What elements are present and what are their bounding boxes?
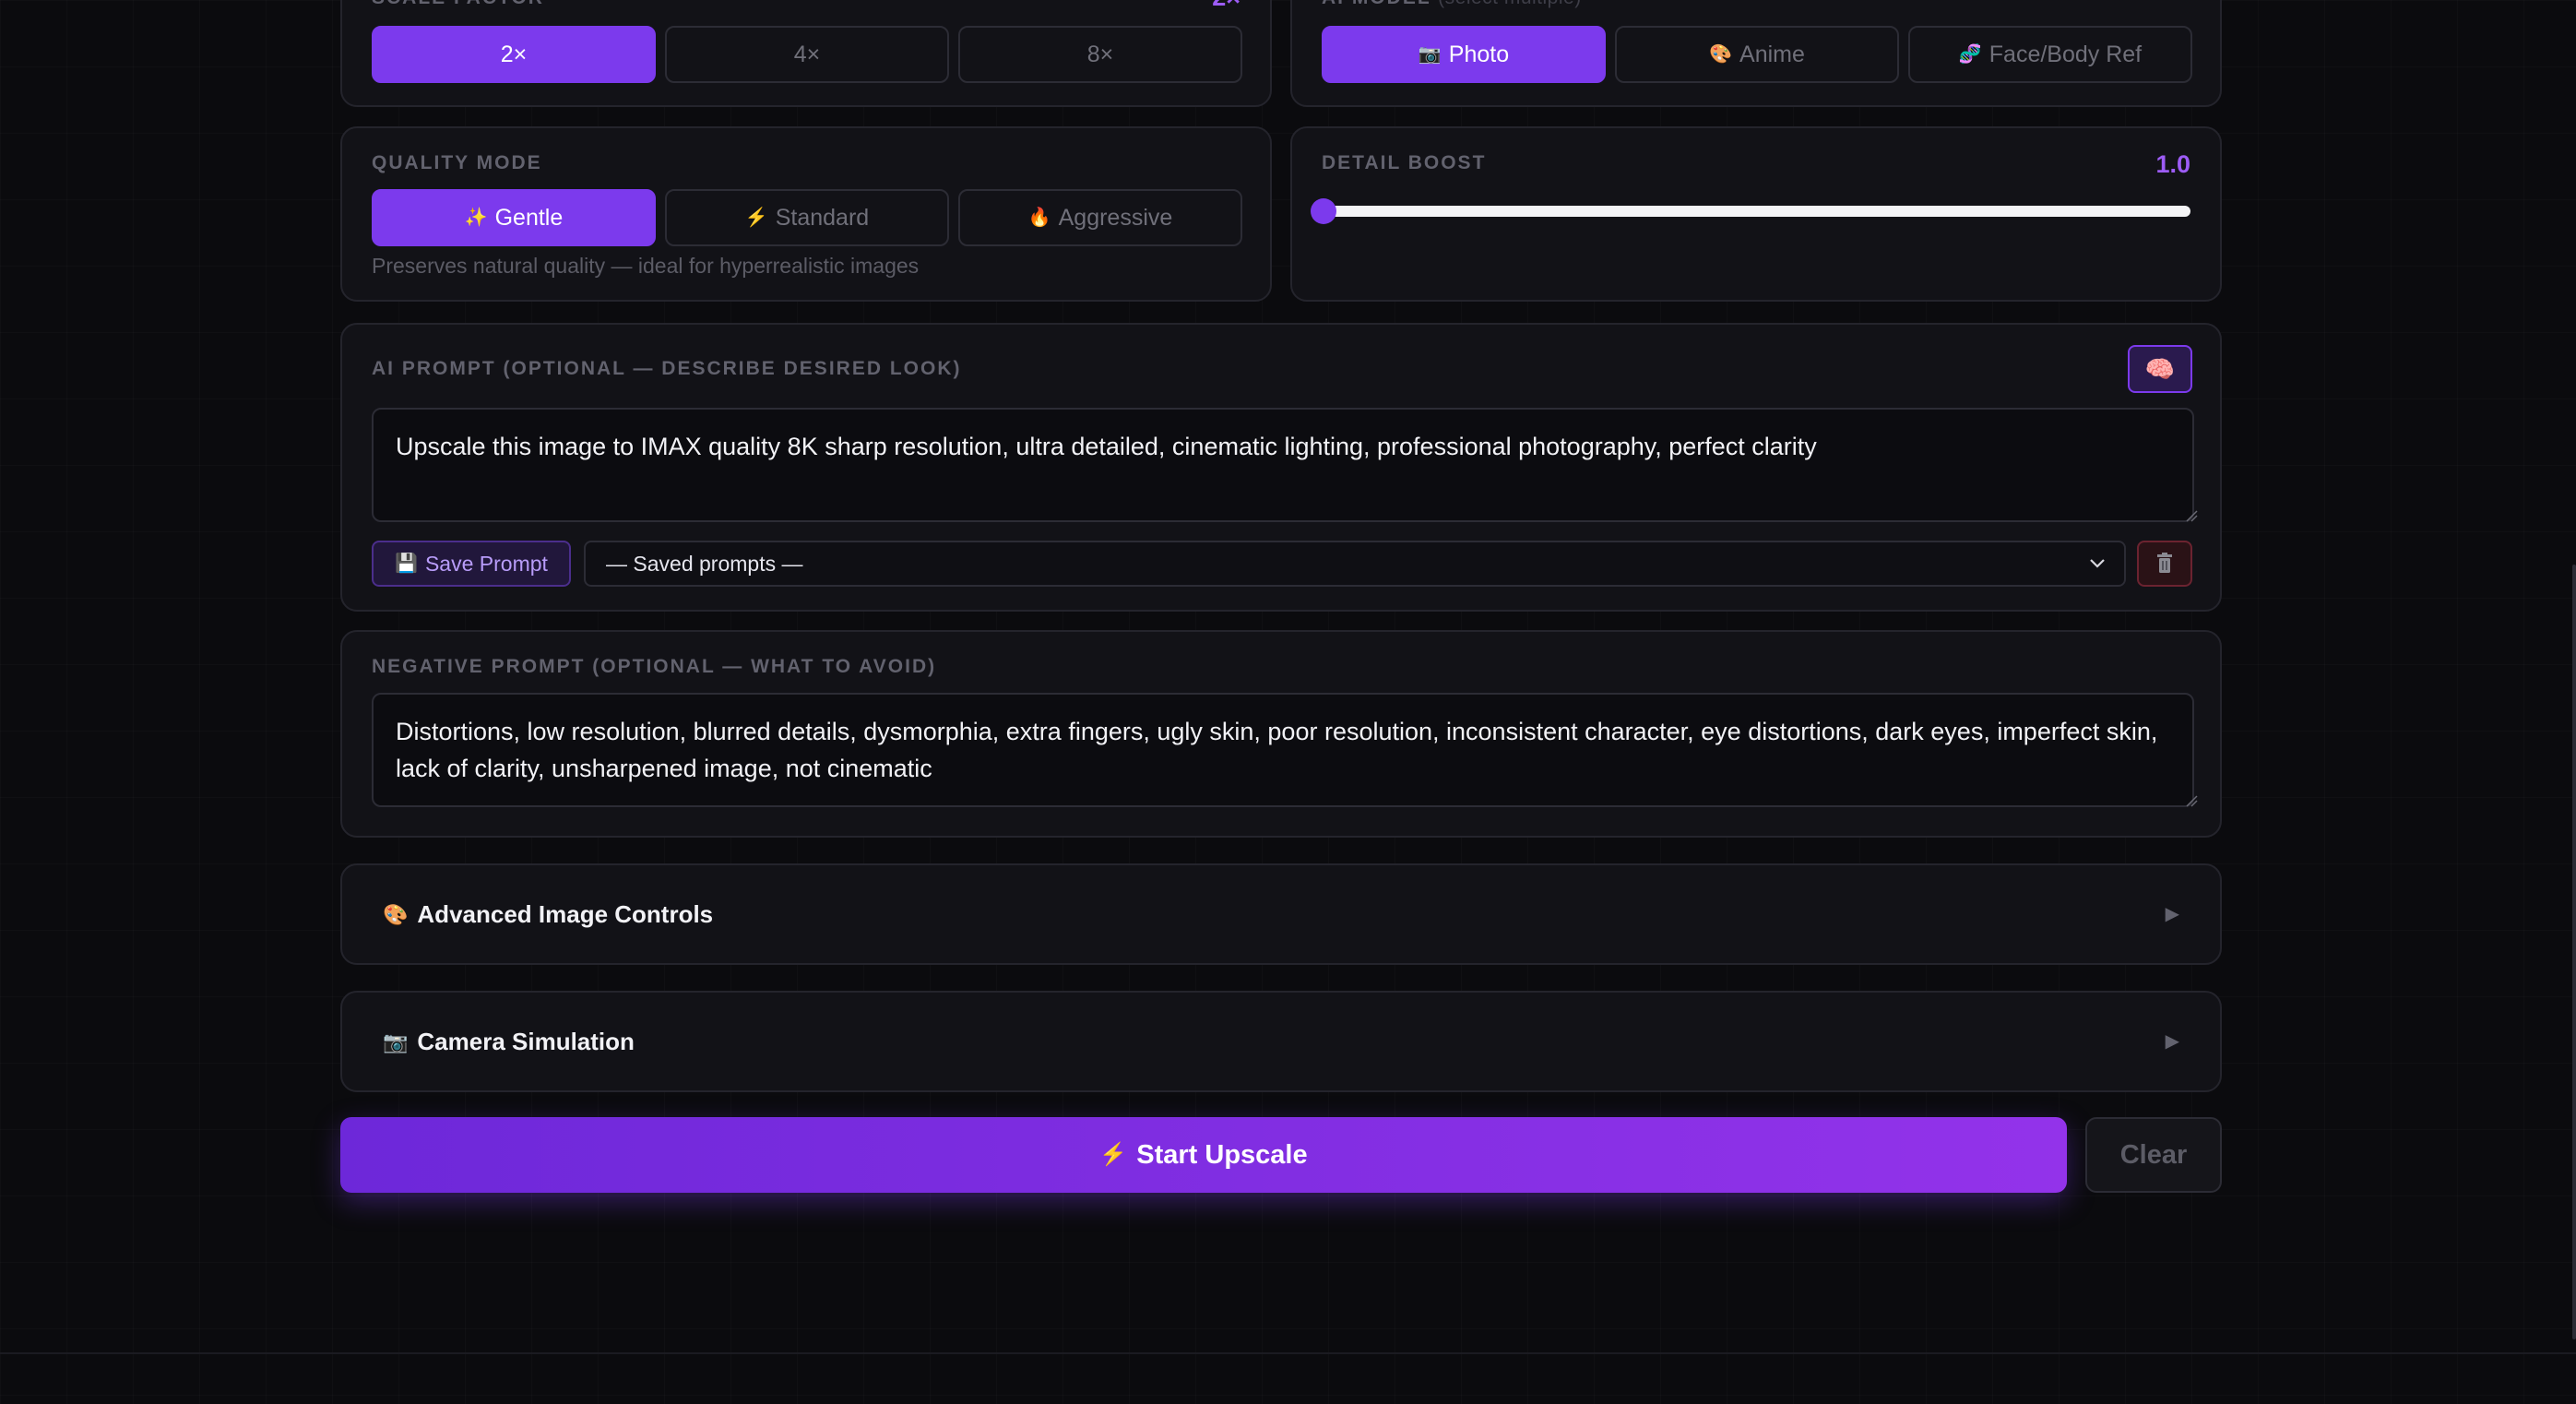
scale-factor-value: 2× (1212, 0, 1241, 12)
negative-prompt-label: NEGATIVE PROMPT (OPTIONAL — WHAT TO AVOI… (372, 656, 937, 677)
quality-standard-label: Standard (775, 204, 870, 231)
ai-model-card: AI MODEL (select multiple) 📷 Photo 🎨 Ani… (1290, 0, 2222, 107)
ai-model-label-suffix: (select multiple) (1438, 0, 1582, 8)
advanced-image-controls-title: 🎨 Advanced Image Controls (383, 900, 713, 929)
dna-icon: 🧬 (1958, 44, 1982, 65)
saved-prompts-select-value: — Saved prompts — (606, 551, 803, 576)
resize-grip-icon[interactable] (2185, 509, 2198, 522)
clear-button[interactable]: Clear (2085, 1117, 2222, 1193)
trash-icon (2157, 553, 2172, 573)
model-anime-button[interactable]: 🎨 Anime (1615, 26, 1899, 83)
quality-gentle-label: Gentle (494, 204, 564, 231)
delete-prompt-button[interactable] (2137, 541, 2192, 587)
scale-8x-button[interactable]: 8× (958, 26, 1242, 83)
ai-prompt-card: AI PROMPT (OPTIONAL — DESCRIBE DESIRED L… (340, 323, 2222, 612)
upscaler-panel: SCALE FACTOR 2× 2× 4× 8× AI MODEL (selec… (0, 0, 2576, 1404)
camera-icon: 📷 (383, 1029, 409, 1053)
page-scrollbar[interactable] (2572, 565, 2576, 1339)
save-prompt-button[interactable]: 💾 Save Prompt (372, 541, 571, 587)
start-upscale-button[interactable]: ⚡ Start Upscale (340, 1117, 2067, 1193)
scale-4x-button[interactable]: 4× (665, 26, 949, 83)
palette-icon: 🎨 (1709, 44, 1733, 65)
model-photo-label: Photo (1448, 41, 1510, 67)
expand-arrow-icon: ▶ (2165, 1031, 2179, 1052)
brain-icon: 🧠 (2144, 355, 2176, 383)
quality-standard-button[interactable]: ⚡ Standard (665, 189, 949, 246)
floppy-disk-icon: 💾 (395, 553, 418, 574)
negative-prompt-textarea[interactable]: Distortions, low resolution, blurred det… (372, 693, 2194, 807)
detail-boost-value: 1.0 (2155, 150, 2190, 178)
scale-factor-label: SCALE FACTOR (372, 0, 544, 9)
ai-prompt-textarea[interactable]: Upscale this image to IMAX quality 8K sh… (372, 408, 2194, 522)
quality-mode-label: QUALITY MODE (372, 152, 542, 173)
start-upscale-label: Start Upscale (1136, 1139, 1308, 1170)
scale-4x-label: 4× (793, 41, 821, 67)
ai-model-label: AI MODEL (select multiple) (1322, 0, 1582, 9)
lightning-icon: ⚡ (744, 208, 768, 228)
model-face-body-ref-label: Face/Body Ref (1988, 41, 2143, 67)
clear-label: Clear (2119, 1139, 2188, 1170)
sparkles-icon: ✨ (464, 208, 488, 228)
scale-8x-label: 8× (1086, 41, 1114, 67)
quality-mode-card: QUALITY MODE ✨ Gentle ⚡ Standard 🔥 Aggre… (340, 126, 1272, 302)
model-face-body-ref-button[interactable]: 🧬 Face/Body Ref (1908, 26, 2192, 83)
quality-aggressive-label: Aggressive (1058, 204, 1173, 231)
resize-grip-icon[interactable] (2185, 794, 2198, 807)
advanced-image-controls-label: Advanced Image Controls (417, 900, 714, 928)
detail-boost-card: DETAIL BOOST 1.0 (1290, 126, 2222, 302)
palette-icon: 🎨 (383, 902, 409, 926)
ai-prompt-label: AI PROMPT (OPTIONAL — DESCRIBE DESIRED L… (372, 358, 962, 379)
saved-prompts-select[interactable]: — Saved prompts — (584, 541, 2126, 587)
camera-simulation-title: 📷 Camera Simulation (383, 1028, 635, 1056)
lightning-icon: ⚡ (1099, 1142, 1128, 1167)
footer-divider (0, 1352, 2576, 1354)
model-photo-button[interactable]: 📷 Photo (1322, 26, 1606, 83)
scale-2x-label: 2× (500, 41, 528, 67)
expand-arrow-icon: ▶ (2165, 904, 2179, 924)
negative-prompt-card: NEGATIVE PROMPT (OPTIONAL — WHAT TO AVOI… (340, 630, 2222, 838)
quality-mode-hint: Preserves natural quality — ideal for hy… (372, 254, 920, 278)
camera-simulation-toggle[interactable]: 📷 Camera Simulation ▶ (340, 991, 2222, 1092)
advanced-image-controls-toggle[interactable]: 🎨 Advanced Image Controls ▶ (340, 863, 2222, 965)
fire-icon: 🔥 (1027, 208, 1051, 228)
save-prompt-label: Save Prompt (424, 551, 548, 576)
camera-icon: 📷 (1418, 44, 1442, 65)
quality-gentle-button[interactable]: ✨ Gentle (372, 189, 656, 246)
detail-boost-slider[interactable] (1324, 206, 2190, 217)
detail-boost-slider-thumb[interactable] (1311, 198, 1336, 224)
chevron-down-icon (2090, 559, 2105, 568)
ai-model-label-text: AI MODEL (1322, 0, 1430, 8)
enhance-prompt-button[interactable]: 🧠 (2128, 345, 2192, 393)
scale-factor-card: SCALE FACTOR 2× 2× 4× 8× (340, 0, 1272, 107)
model-anime-label: Anime (1739, 41, 1805, 67)
quality-aggressive-button[interactable]: 🔥 Aggressive (958, 189, 1242, 246)
scale-2x-button[interactable]: 2× (372, 26, 656, 83)
detail-boost-label: DETAIL BOOST (1322, 152, 1487, 173)
camera-simulation-label: Camera Simulation (417, 1028, 635, 1055)
